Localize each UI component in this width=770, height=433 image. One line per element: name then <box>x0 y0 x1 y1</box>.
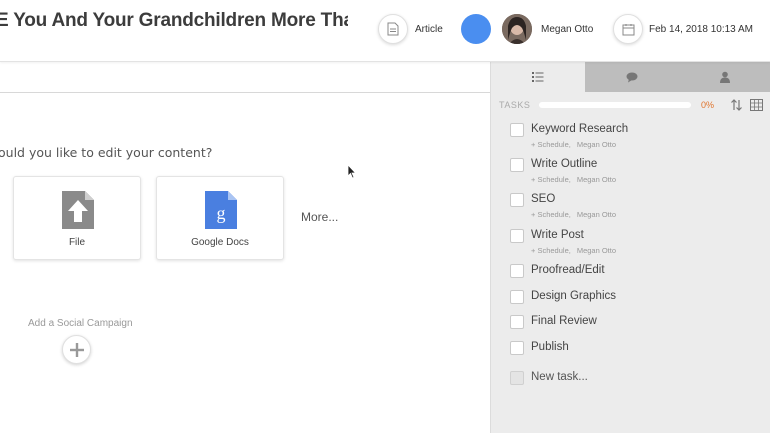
task-name[interactable]: SEO <box>531 193 555 205</box>
add-social-campaign-button[interactable] <box>62 335 91 364</box>
sort-icon[interactable] <box>731 99 742 111</box>
tasks-progress-percent: 0% <box>701 100 715 110</box>
document-icon <box>387 22 399 36</box>
task-name[interactable]: Write Outline <box>531 158 597 170</box>
sidebar-tabs <box>491 62 770 92</box>
task-name[interactable]: Proofread/Edit <box>531 264 605 276</box>
task-name[interactable]: Publish <box>531 341 569 353</box>
author-name[interactable]: Megan Otto <box>541 24 593 35</box>
task-name[interactable]: Keyword Research <box>531 123 628 135</box>
task-checkbox[interactable] <box>510 341 524 355</box>
avatar-photo-icon <box>502 14 532 44</box>
list-icon <box>532 72 544 82</box>
tasks-heading: TASKS <box>499 100 531 110</box>
plus-icon <box>69 342 84 357</box>
google-docs-card-label: Google Docs <box>191 237 249 248</box>
task-checkbox[interactable] <box>510 290 524 304</box>
tab-users[interactable] <box>678 62 770 92</box>
task-meta: + Schedule, Megan Otto <box>531 210 622 219</box>
schedule-link[interactable]: + Schedule, <box>531 210 571 219</box>
task-checkbox[interactable] <box>510 193 524 207</box>
mouse-cursor-icon <box>347 164 357 179</box>
user-icon <box>719 71 730 83</box>
task-checkbox[interactable] <box>510 264 524 278</box>
tab-comments[interactable] <box>585 62 678 92</box>
calendar-icon <box>622 23 634 35</box>
status-indicator[interactable] <box>461 14 491 44</box>
more-sources-link[interactable]: More... <box>301 210 338 224</box>
task-name[interactable]: Design Graphics <box>531 290 616 302</box>
task-meta: + Schedule, Megan Otto <box>531 140 622 149</box>
task-name[interactable]: Final Review <box>531 315 597 327</box>
task-checkbox[interactable] <box>510 315 524 329</box>
task-checkbox[interactable] <box>510 229 524 243</box>
google-docs-icon: g <box>205 191 237 229</box>
task-assignee[interactable]: Megan Otto <box>577 246 616 255</box>
editor-divider <box>0 92 490 93</box>
task-meta: + Schedule, Megan Otto <box>531 246 622 255</box>
schedule-link[interactable]: + Schedule, <box>531 175 571 184</box>
upload-file-icon <box>62 191 94 229</box>
svg-text:g: g <box>217 203 226 223</box>
grid-view-icon[interactable] <box>750 99 763 111</box>
top-header: E You And Your Grandchildren More Tha Ar… <box>0 0 770 62</box>
avatar[interactable] <box>502 14 532 44</box>
tasks-sidebar: TASKS 0% Keyword Research + Schedule, Meg… <box>490 62 770 433</box>
article-type-label: Article <box>415 24 443 35</box>
chat-bubble-icon <box>626 72 637 82</box>
task-name[interactable]: Write Post <box>531 229 584 241</box>
schedule-link[interactable]: + Schedule, <box>531 140 571 149</box>
page-title[interactable]: E You And Your Grandchildren More Tha <box>0 10 348 32</box>
new-task-input[interactable]: New task... <box>531 371 588 383</box>
edit-prompt: ould you like to edit your content? <box>0 145 213 160</box>
file-card[interactable]: File <box>13 176 141 260</box>
task-meta: + Schedule, Megan Otto <box>531 175 622 184</box>
schedule-link[interactable]: + Schedule, <box>531 246 571 255</box>
file-card-label: File <box>68 237 86 248</box>
task-assignee[interactable]: Megan Otto <box>577 175 616 184</box>
tasks-progress-bar <box>539 102 691 108</box>
task-assignee[interactable]: Megan Otto <box>577 210 616 219</box>
task-assignee[interactable]: Megan Otto <box>577 140 616 149</box>
new-task-checkbox <box>510 371 524 385</box>
social-campaign-label: Add a Social Campaign <box>28 318 133 329</box>
publish-date[interactable]: Feb 14, 2018 10:13 AM <box>649 24 753 35</box>
tab-tasks[interactable] <box>491 62 585 92</box>
task-checkbox[interactable] <box>510 158 524 172</box>
task-checkbox[interactable] <box>510 123 524 137</box>
article-type-button[interactable] <box>378 14 408 44</box>
google-docs-card[interactable]: g Google Docs <box>156 176 284 260</box>
date-button[interactable] <box>613 14 643 44</box>
